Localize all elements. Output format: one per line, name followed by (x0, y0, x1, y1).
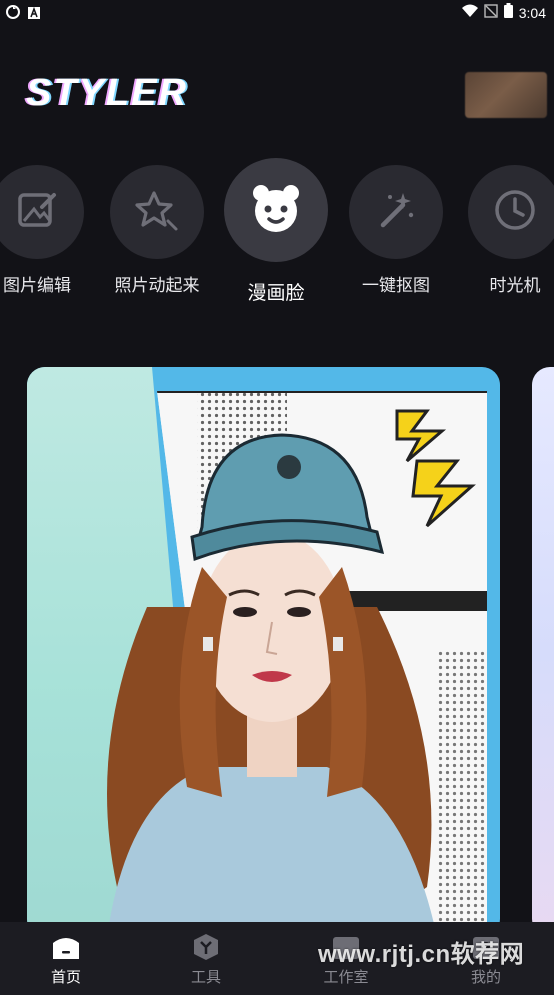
status-time: 3:04 (518, 4, 546, 21)
magic-wand-icon (373, 187, 419, 237)
tool-circle-selected (224, 158, 328, 262)
nav-label: 工作室 (323, 968, 369, 986)
tool-animate-photo[interactable]: 照片动起来 (97, 150, 217, 296)
home-icon (51, 932, 81, 962)
feature-preview-card[interactable] (27, 367, 500, 937)
nav-label: 我的 (470, 968, 501, 986)
nav-home[interactable]: 首页 (26, 932, 106, 987)
tool-label: 一键抠图 (362, 276, 430, 296)
tool-circle (0, 165, 84, 259)
tool-comic-face[interactable]: 漫画脸 (216, 150, 336, 305)
sync-icon (6, 4, 20, 23)
app-logo: STYLER (26, 72, 188, 114)
tool-circle (110, 165, 204, 259)
tool-circle (468, 165, 554, 259)
wifi-icon (461, 3, 478, 22)
tool-label: 照片动起来 (114, 276, 200, 296)
tool-cutout[interactable]: 一键抠图 (336, 150, 456, 296)
nav-tools[interactable]: 工具 (166, 932, 246, 987)
bear-face-icon (247, 179, 305, 241)
tool-photo-edit[interactable]: 图片编辑 (0, 150, 97, 296)
nav-label: 工具 (190, 968, 221, 986)
battery-icon (503, 3, 513, 22)
user-avatar[interactable] (465, 72, 547, 118)
no-signal-icon (484, 3, 498, 22)
notification-a-icon (28, 4, 40, 23)
clock-icon (492, 187, 538, 237)
tool-label: 时光机 (489, 276, 541, 296)
person-illustration (107, 433, 437, 937)
edit-image-icon (14, 187, 60, 237)
watermark-text: www.rjtj.cn软荐网 (318, 941, 525, 968)
tool-circle (349, 165, 443, 259)
nav-label: 首页 (50, 968, 81, 986)
tool-carousel[interactable]: 图片编辑 照片动起来 漫画脸 一键抠图 时光机 (0, 150, 554, 310)
tool-label: 漫画脸 (247, 282, 305, 304)
tool-time-machine[interactable]: 时光机 (455, 150, 554, 296)
tool-label: 图片编辑 (3, 276, 71, 296)
next-preview-card[interactable] (532, 367, 554, 937)
status-bar: 3:04 (0, 0, 554, 26)
sparkle-star-icon (134, 187, 180, 237)
tools-icon (191, 932, 221, 962)
